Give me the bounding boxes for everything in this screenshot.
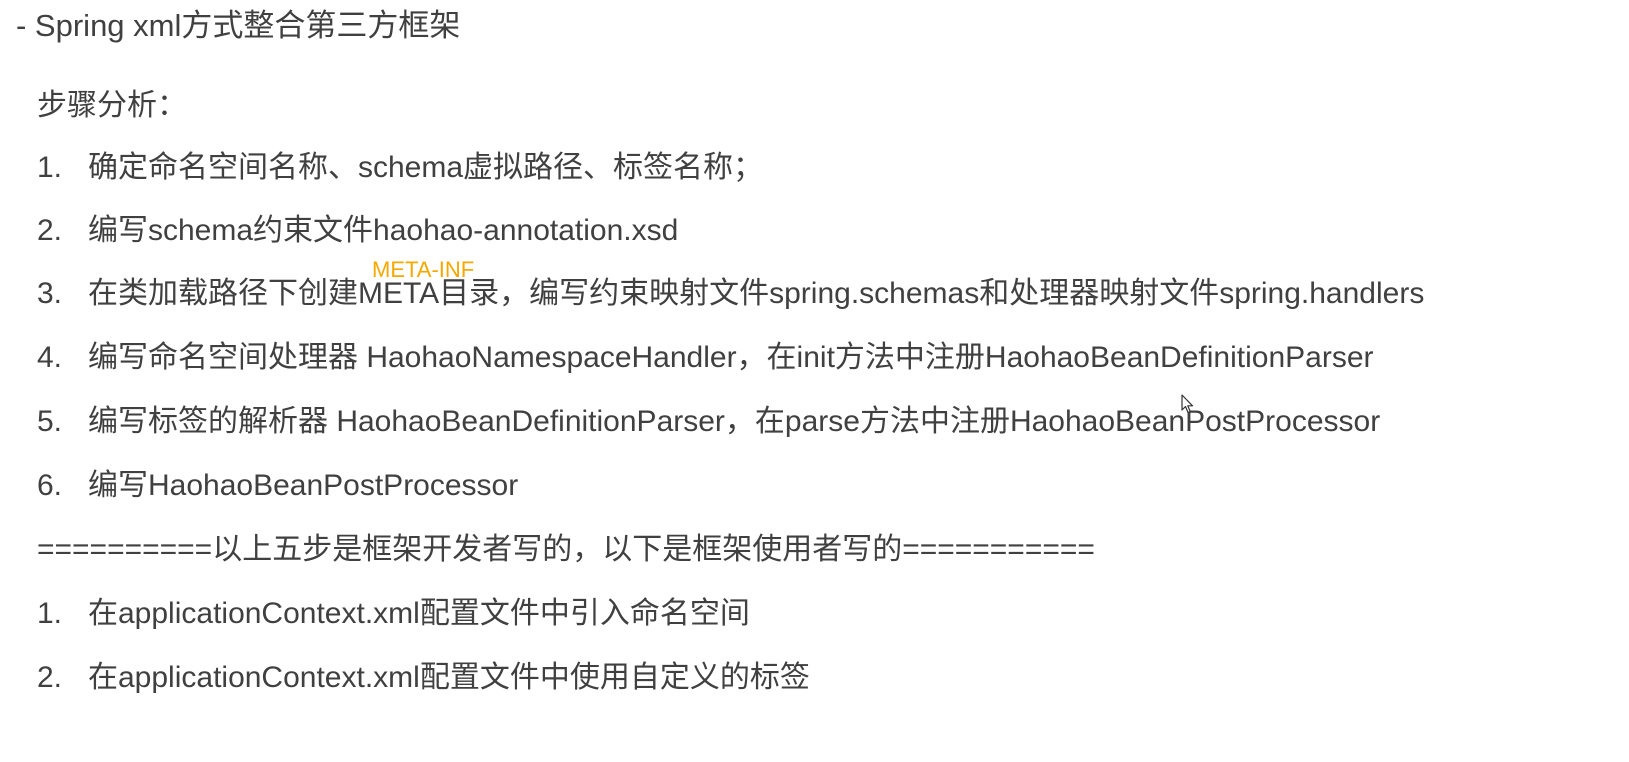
developer-step-3: 3. 在类加载路径下创建META目录，编写约束映射文件spring.schemas… xyxy=(37,272,1424,316)
developer-step-6: 6. 编写HaohaoBeanPostProcessor xyxy=(37,464,518,508)
step-text: 编写命名空间处理器 HaohaoNamespaceHandler，在init方法… xyxy=(88,341,1374,374)
mouse-pointer-icon xyxy=(1181,394,1195,414)
step-text: 编写schema约束文件haohao-annotation.xsd xyxy=(88,214,679,247)
step-text: 在applicationContext.xml配置文件中使用自定义的标签 xyxy=(88,661,810,694)
step-number: 2. xyxy=(37,661,63,694)
step-number: 1. xyxy=(37,597,63,630)
step-number: 3. xyxy=(37,277,63,310)
step-number: 1. xyxy=(37,151,63,184)
developer-step-4: 4. 编写命名空间处理器 HaohaoNamespaceHandler，在init… xyxy=(37,336,1374,380)
step-text: 确定命名空间名称、schema虚拟路径、标签名称； xyxy=(88,151,764,184)
step-number: 2. xyxy=(37,214,63,247)
developer-step-2: 2. 编写schema约束文件haohao-annotation.xsd xyxy=(37,209,678,253)
step-number: 6. xyxy=(37,469,63,502)
page-title: - Spring xml方式整合第三方框架 xyxy=(16,8,461,43)
step-text: 在类加载路径下创建META目录，编写约束映射文件spring.schemas和处… xyxy=(88,277,1425,310)
step-text: 编写HaohaoBeanPostProcessor xyxy=(88,469,519,502)
user-step-2: 2. 在applicationContext.xml配置文件中使用自定义的标签 xyxy=(37,656,810,700)
user-step-1: 1. 在applicationContext.xml配置文件中引入命名空间 xyxy=(37,592,750,636)
step-number: 5. xyxy=(37,405,63,438)
step-number: 4. xyxy=(37,341,63,374)
developer-step-1: 1. 确定命名空间名称、schema虚拟路径、标签名称； xyxy=(37,146,763,190)
step-text: 在applicationContext.xml配置文件中引入命名空间 xyxy=(88,597,750,630)
developer-step-5: 5. 编写标签的解析器 HaohaoBeanDefinitionParser，在p… xyxy=(37,400,1380,444)
separator-line: ==========以上五步是框架开发者写的，以下是框架使用者写的=======… xyxy=(37,533,1095,566)
analysis-label: 步骤分析： xyxy=(37,89,187,122)
